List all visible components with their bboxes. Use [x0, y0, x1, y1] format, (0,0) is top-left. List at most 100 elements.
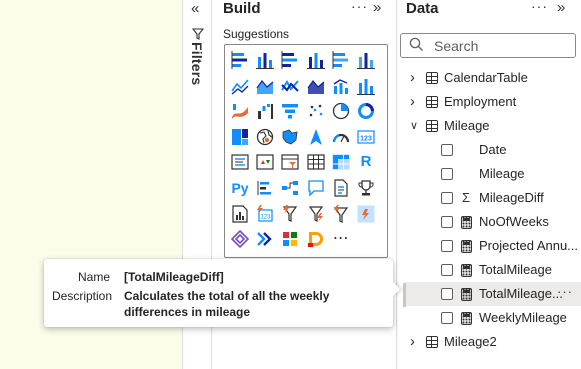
field-row[interactable]: Date: [405, 138, 581, 162]
data-double-chevron-right-icon[interactable]: »: [557, 0, 565, 16]
field-name: Date: [479, 142, 507, 157]
waterfall-chart-icon[interactable]: [255, 101, 275, 121]
map-icon[interactable]: [255, 127, 275, 147]
stacked-bar-chart-icon[interactable]: [230, 50, 250, 70]
narrative-visual-icon[interactable]: [306, 204, 326, 224]
calculator-icon: [461, 264, 472, 277]
search-box[interactable]: [400, 33, 576, 58]
treemap-icon[interactable]: [230, 127, 250, 147]
tooltip-description-line-1: Calculates the total of all the weekly: [124, 289, 330, 303]
power-automate-icon[interactable]: [280, 204, 300, 224]
calculator-icon: [461, 288, 472, 301]
python-visual-icon[interactable]: Py: [230, 178, 250, 198]
power-apps-for-power-bi-icon[interactable]: [230, 229, 250, 249]
field-checkbox[interactable]: [441, 264, 453, 276]
kpi-icon[interactable]: [255, 152, 275, 172]
metrics-icon[interactable]: [356, 178, 376, 198]
field-row[interactable]: Projected Annu...: [405, 234, 581, 258]
table-row[interactable]: ∨ Mileage: [405, 114, 581, 138]
svg-text:123: 123: [261, 214, 272, 220]
r-visual-icon[interactable]: R: [356, 152, 376, 172]
search-input[interactable]: [434, 36, 569, 55]
field-name: Projected Annu...: [479, 238, 579, 253]
svg-text:123: 123: [360, 135, 372, 142]
chevron-right-icon[interactable]: ›: [410, 90, 415, 114]
slicer-icon[interactable]: [280, 152, 300, 172]
chevron-right-icon[interactable]: ›: [410, 330, 415, 354]
field-row[interactable]: TotalMileage... ···: [405, 282, 581, 306]
clustered-column-chart-icon[interactable]: [306, 50, 326, 70]
field-checkbox[interactable]: [441, 312, 453, 324]
field-checkbox[interactable]: [441, 192, 453, 204]
smart-narrative-icon[interactable]: [331, 178, 351, 198]
dremio-visual-icon[interactable]: [306, 229, 326, 249]
line-and-clustered-column-chart-icon[interactable]: [356, 76, 376, 96]
100-percent-stacked-column-chart-icon[interactable]: [356, 50, 376, 70]
filters-pane-label[interactable]: Filters: [189, 42, 205, 85]
azure-map-icon[interactable]: [306, 127, 326, 147]
100-percent-stacked-area-chart-icon[interactable]: [306, 76, 326, 96]
key-influencers-icon[interactable]: [255, 178, 275, 198]
visual-gallery: 123 R Py 123 ⋯: [224, 44, 388, 258]
paginated-report-icon[interactable]: [230, 204, 250, 224]
matrix-icon[interactable]: [331, 152, 351, 172]
clustered-bar-chart-icon[interactable]: [280, 50, 300, 70]
field-tooltip: Name [TotalMileageDiff] Description Calc…: [44, 259, 401, 327]
power-automate-flow-icon[interactable]: [255, 229, 275, 249]
stacked-column-chart-icon[interactable]: [255, 50, 275, 70]
double-chevron-left-icon[interactable]: «: [191, 0, 199, 17]
decomposition-tree-icon[interactable]: [280, 178, 300, 198]
funnel-chart-icon[interactable]: [280, 101, 300, 121]
field-more-options-icon[interactable]: ···: [557, 280, 573, 304]
chevron-right-icon[interactable]: ›: [410, 66, 415, 90]
100-percent-stacked-bar-chart-icon[interactable]: [331, 50, 351, 70]
field-checkbox[interactable]: [441, 168, 453, 180]
field-row[interactable]: Mileage: [405, 162, 581, 186]
chevron-down-icon[interactable]: ∨: [410, 114, 418, 138]
field-checkbox[interactable]: [441, 240, 453, 252]
filled-map-icon[interactable]: [280, 127, 300, 147]
analytics-visual-icon[interactable]: [356, 204, 376, 224]
line-chart-icon[interactable]: [230, 76, 250, 96]
area-chart-icon[interactable]: [255, 76, 275, 96]
qa-visual-icon[interactable]: [306, 178, 326, 198]
sigma-icon: Σ: [462, 190, 471, 205]
gauge-icon[interactable]: [331, 127, 351, 147]
field-name: TotalMileage...: [479, 286, 563, 301]
multi-row-card-icon[interactable]: [230, 152, 250, 172]
more-options-icon[interactable]: ···: [351, 0, 368, 14]
donut-chart-icon[interactable]: [356, 101, 376, 121]
card-icon[interactable]: 123: [356, 127, 376, 147]
power-apps-icon[interactable]: 123: [255, 204, 275, 224]
selection-indicator: [403, 283, 406, 307]
field-checkbox[interactable]: [441, 216, 453, 228]
tooltip-description-label: Description: [52, 289, 113, 303]
field-name: NoOfWeeks: [479, 214, 549, 229]
field-checkbox[interactable]: [441, 288, 453, 300]
table-row[interactable]: › Mileage2: [405, 330, 581, 354]
field-checkbox[interactable]: [441, 144, 453, 156]
table-name: CalendarTable: [444, 70, 528, 85]
field-row[interactable]: TotalMileage: [405, 258, 581, 282]
build-pane-title: Build: [223, 0, 261, 17]
filter-visual-icon[interactable]: [331, 204, 351, 224]
table-row[interactable]: › CalendarTable: [405, 66, 581, 90]
table-row[interactable]: › Employment: [405, 90, 581, 114]
field-row[interactable]: Σ MileageDiff: [405, 186, 581, 210]
stacked-area-chart-icon[interactable]: [280, 76, 300, 96]
double-chevron-right-icon[interactable]: »: [373, 0, 381, 16]
field-name: WeeklyMileage: [479, 310, 567, 325]
funnel-icon: [191, 28, 205, 43]
pie-chart-icon[interactable]: [331, 101, 351, 121]
more-visuals-icon[interactable]: ⋯: [331, 229, 351, 249]
table-icon[interactable]: [306, 152, 326, 172]
data-more-options-icon[interactable]: ···: [531, 0, 548, 14]
app-source-visual-icon[interactable]: [280, 229, 300, 249]
field-row[interactable]: NoOfWeeks: [405, 210, 581, 234]
line-and-stacked-column-chart-icon[interactable]: [331, 76, 351, 96]
field-name: Mileage: [479, 166, 525, 181]
ribbon-chart-icon[interactable]: [230, 101, 250, 121]
field-name: MileageDiff: [479, 190, 544, 205]
scatter-chart-icon[interactable]: [306, 101, 326, 121]
field-row[interactable]: WeeklyMileage: [405, 306, 581, 330]
